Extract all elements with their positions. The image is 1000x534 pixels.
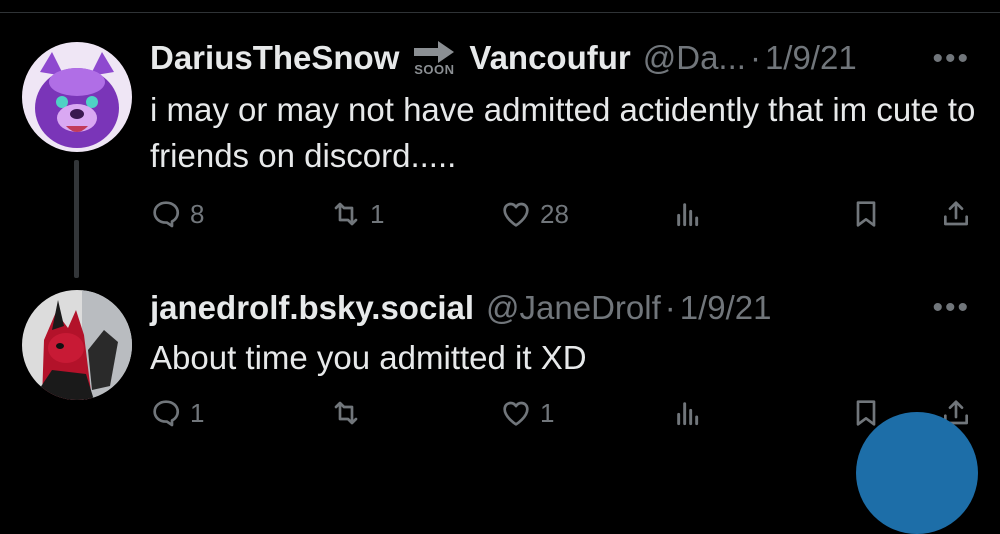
bookmark-icon <box>856 201 876 227</box>
display-name-2[interactable]: Vancoufur <box>469 39 630 77</box>
views-icon <box>677 203 699 227</box>
display-name[interactable]: DariusTheSnow <box>150 39 399 77</box>
retweet-count: 1 <box>370 198 385 229</box>
like-count: 1 <box>540 397 555 428</box>
bookmark-icon <box>856 400 876 426</box>
handle[interactable]: @JaneDrolf <box>486 289 661 327</box>
tweet-header: janedrolf.bsky.social @JaneDrolf · 1/9/2… <box>150 288 772 328</box>
reply-icon <box>153 201 180 228</box>
retweet-icon <box>334 202 358 226</box>
retweet-button[interactable] <box>330 397 370 429</box>
reply-count: 8 <box>190 198 205 229</box>
bookmark-button[interactable] <box>850 198 882 230</box>
tweet-text: i may or may not have admitted actidentl… <box>150 91 976 174</box>
retweet-icon <box>334 401 358 425</box>
share-button[interactable] <box>940 198 972 230</box>
avatar[interactable] <box>22 290 132 400</box>
soon-label: SOON <box>414 61 455 77</box>
tweet-text: About time you admitted it XD <box>150 339 587 376</box>
retweet-button[interactable]: 1 <box>330 198 384 230</box>
soon-badge: SOON <box>411 40 457 77</box>
action-bar: 1 1 <box>150 397 980 441</box>
avatar[interactable] <box>22 42 132 152</box>
like-icon <box>503 202 529 227</box>
reply-button[interactable]: 8 <box>150 198 204 230</box>
timestamp[interactable]: 1/9/21 <box>765 39 857 77</box>
share-icon <box>944 201 968 226</box>
reply-icon <box>153 400 180 427</box>
compose-button[interactable] <box>856 412 978 534</box>
dot-separator: · <box>664 289 676 326</box>
arrow-right-icon <box>414 40 455 63</box>
action-bar: 8 1 28 <box>150 198 980 242</box>
display-name[interactable]: janedrolf.bsky.social <box>150 289 474 327</box>
tweet-2[interactable]: janedrolf.bsky.social @JaneDrolf · 1/9/2… <box>0 285 1000 468</box>
more-options-button[interactable]: ••• <box>932 291 970 325</box>
thread-line <box>74 160 79 278</box>
reply-button[interactable]: 1 <box>150 397 204 429</box>
views-button[interactable] <box>672 397 704 429</box>
tweet-1[interactable]: DariusTheSnow SOON Vancoufur @Da... · 1/… <box>0 0 1000 285</box>
like-icon <box>503 401 529 426</box>
timestamp[interactable]: 1/9/21 <box>680 289 772 327</box>
bookmark-button[interactable] <box>850 397 882 429</box>
more-options-button[interactable]: ••• <box>932 42 970 76</box>
dot-separator: · <box>749 39 761 76</box>
like-count: 28 <box>540 198 569 229</box>
views-icon <box>677 402 699 426</box>
like-button[interactable]: 1 <box>500 397 554 429</box>
views-button[interactable] <box>672 198 704 230</box>
like-button[interactable]: 28 <box>500 198 569 230</box>
handle[interactable]: @Da... <box>643 39 746 77</box>
reply-count: 1 <box>190 397 205 428</box>
tweet-header: DariusTheSnow SOON Vancoufur @Da... · 1/… <box>150 38 857 78</box>
